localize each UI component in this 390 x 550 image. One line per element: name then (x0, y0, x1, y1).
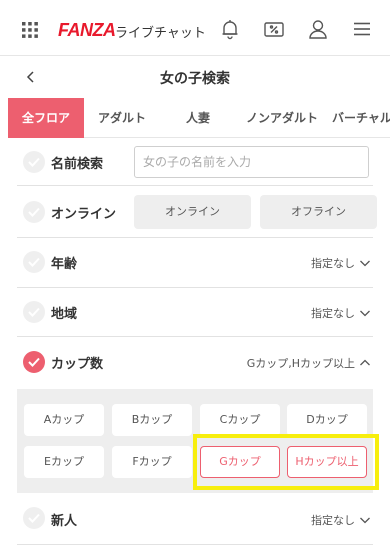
title-bar: 女の子検索 (0, 56, 390, 98)
age-filter-value: 指定なし (311, 257, 355, 270)
name-search-input[interactable] (134, 146, 369, 178)
app-header: FANZA ライブチャット (0, 0, 390, 56)
region-filter-check[interactable] (23, 301, 45, 323)
age-filter-check[interactable] (23, 251, 45, 273)
check-icon (28, 513, 40, 523)
filter-row-cup-size[interactable]: カップ数 Gカップ,Hカップ以上 (17, 337, 373, 389)
cup-filter-label: カップ数 (51, 357, 104, 372)
chevron-down-icon (360, 310, 370, 317)
tab-non-adult[interactable]: ノンアダルト (236, 98, 328, 138)
cup-option-f[interactable]: Fカップ (112, 446, 192, 478)
newcomer-filter-value: 指定なし (311, 514, 355, 527)
chevron-down-icon (360, 260, 370, 267)
user-icon[interactable] (306, 17, 330, 41)
divider (17, 544, 373, 545)
bell-icon[interactable] (218, 17, 242, 41)
tab-all-floors[interactable]: 全フロア (8, 98, 84, 138)
online-filter-check[interactable] (23, 201, 45, 223)
cup-option-d[interactable]: Dカップ (287, 404, 367, 436)
newcomer-filter-check[interactable] (23, 507, 45, 529)
floor-tabs: 全フロア アダルト 人妻 ノンアダルト バーチャル (8, 98, 390, 138)
check-icon (28, 207, 40, 217)
selection-highlight-box (193, 434, 379, 490)
filter-row-newcomer[interactable]: 新人 指定なし (17, 494, 373, 544)
hamburger-menu-icon[interactable] (350, 17, 374, 41)
cup-option-c[interactable]: Cカップ (200, 404, 280, 436)
name-filter-label: 名前検索 (51, 157, 104, 172)
check-icon (28, 307, 40, 317)
cup-option-e[interactable]: Eカップ (24, 446, 104, 478)
offline-option-button[interactable]: オフライン (260, 195, 377, 229)
check-icon (28, 357, 40, 367)
cup-option-a[interactable]: Aカップ (24, 404, 104, 436)
filter-row-name: 名前検索 (17, 138, 373, 186)
newcomer-filter-label: 新人 (51, 514, 78, 529)
chevron-up-icon (360, 359, 370, 366)
region-filter-label: 地域 (51, 307, 78, 322)
tab-virtual[interactable]: バーチャル (328, 98, 390, 138)
tab-married[interactable]: 人妻 (160, 98, 236, 138)
filter-row-region[interactable]: 地域 指定なし (17, 288, 373, 337)
online-option-button[interactable]: オンライン (134, 195, 251, 229)
page-title: 女の子検索 (160, 71, 230, 87)
cup-filter-value: Gカップ,Hカップ以上 (246, 357, 355, 370)
fanza-logo[interactable]: FANZA (58, 20, 116, 41)
filter-row-online: オンライン オンライン オフライン (17, 187, 377, 238)
check-icon (28, 157, 40, 167)
filter-row-age[interactable]: 年齢 指定なし (17, 238, 373, 288)
cup-option-b[interactable]: Bカップ (112, 404, 192, 436)
region-filter-value: 指定なし (311, 307, 355, 320)
logo-subtitle[interactable]: ライブチャット (115, 22, 206, 41)
online-filter-label: オンライン (51, 207, 117, 222)
check-icon (28, 257, 40, 267)
age-filter-label: 年齢 (51, 257, 78, 272)
cup-filter-check[interactable] (23, 351, 45, 373)
grid-menu-icon[interactable] (22, 22, 38, 38)
tab-adult[interactable]: アダルト (84, 98, 160, 138)
chevron-down-icon (360, 517, 370, 524)
coupon-icon[interactable] (262, 17, 286, 41)
name-filter-check[interactable] (23, 151, 45, 173)
